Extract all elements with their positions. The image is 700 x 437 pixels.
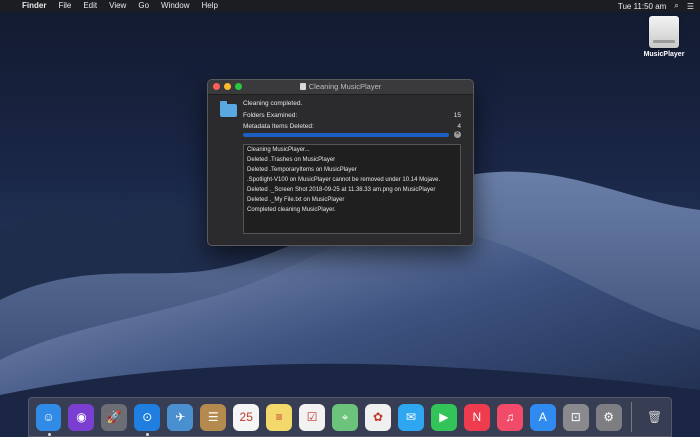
drive-label: MusicPlayer: [643, 51, 685, 58]
dock-notes-icon[interactable]: ≡: [266, 403, 293, 431]
log-line: Deleted ._My File.txt on MusicPlayer: [247, 197, 345, 203]
menu-extras: Tue 11:50 am ⌕ ☰: [618, 0, 694, 12]
dock-mail-photo-icon[interactable]: ✈: [167, 403, 194, 431]
dock-contacts-icon[interactable]: ☰: [200, 403, 227, 431]
log-line: Deleted .Trashes on MusicPlayer: [247, 157, 336, 163]
dock-separator: [631, 402, 633, 432]
dock-launchpad-icon[interactable]: 🚀: [101, 403, 128, 431]
folder-icon: [220, 101, 237, 117]
dock-news-icon[interactable]: N: [463, 403, 490, 431]
dock-music-icon[interactable]: ♫: [496, 403, 523, 431]
log-output[interactable]: Cleaning MusicPlayer... Deleted .Trashes…: [243, 144, 461, 234]
folders-examined-label: Folders Examined:: [243, 112, 298, 119]
log-line: Deleted .TemporaryItems on MusicPlayer: [247, 167, 357, 173]
window-title: Cleaning MusicPlayer: [308, 82, 382, 91]
notification-center-icon[interactable]: ☰: [687, 2, 694, 11]
menu-view[interactable]: View: [103, 0, 132, 12]
menu-window[interactable]: Window: [155, 0, 195, 12]
title-bar[interactable]: Cleaning MusicPlayer: [208, 80, 473, 95]
cleaning-window: Cleaning MusicPlayer Cleaning completed.…: [207, 79, 474, 246]
dock-messages-icon[interactable]: ✉: [397, 403, 424, 431]
external-drive-icon: [649, 16, 679, 48]
stop-icon[interactable]: ✕: [454, 131, 461, 138]
folders-examined-value: 15: [453, 112, 461, 119]
dock-screenshot-icon[interactable]: ⊡: [562, 403, 589, 431]
menu-finder[interactable]: Finder: [16, 0, 52, 12]
running-indicator: [47, 432, 51, 436]
log-line: .Spotlight-V100 on MusicPlayer cannot be…: [247, 177, 441, 183]
progress-bar: [243, 133, 449, 137]
metadata-deleted-value: 4: [457, 123, 461, 130]
menu-go[interactable]: Go: [132, 0, 155, 12]
dock-system-preferences-icon[interactable]: ⚙: [595, 403, 622, 431]
dock-app-store-icon[interactable]: A: [529, 403, 556, 431]
log-line: Cleaning MusicPlayer...: [247, 147, 310, 153]
dock: ☺ ◉ 🚀 ⊙ ✈ ☰ 25 ≡ ☑ ⌖ ✿ ✉ ▶ N ♫ A ⊡ ⚙ 🗑: [28, 397, 672, 437]
dock-finder-icon[interactable]: ☺: [35, 403, 62, 436]
log-line: Completed cleaning MusicPlayer.: [247, 207, 336, 213]
trash-icon[interactable]: 🗑: [642, 404, 668, 431]
metadata-deleted-label: Metadata Items Deleted:: [243, 123, 314, 130]
menu-bar: Finder File Edit View Go Window Help Tue…: [0, 0, 700, 12]
clock[interactable]: Tue 11:50 am: [618, 2, 666, 11]
status-text: Cleaning completed.: [243, 100, 303, 107]
log-line: Deleted ._Screen Shot 2018-09-25 at 11.3…: [247, 187, 436, 193]
dock-maps-icon[interactable]: ⌖: [332, 403, 359, 431]
menu-edit[interactable]: Edit: [77, 0, 103, 12]
dock-siri-icon[interactable]: ◉: [68, 403, 95, 431]
dock-reminders-icon[interactable]: ☑: [299, 403, 326, 431]
menu-file[interactable]: File: [52, 0, 77, 12]
spotlight-icon[interactable]: ⌕: [674, 1, 678, 11]
dock-facetime-icon[interactable]: ▶: [430, 403, 457, 431]
running-indicator: [146, 432, 150, 436]
desktop-drive[interactable]: MusicPlayer: [642, 16, 686, 58]
document-icon: [299, 83, 306, 90]
menu-help[interactable]: Help: [195, 0, 223, 12]
dock-calendar-icon[interactable]: 25: [233, 403, 260, 431]
dock-safari-icon[interactable]: ⊙: [134, 403, 161, 436]
dock-photos-icon[interactable]: ✿: [365, 403, 391, 431]
